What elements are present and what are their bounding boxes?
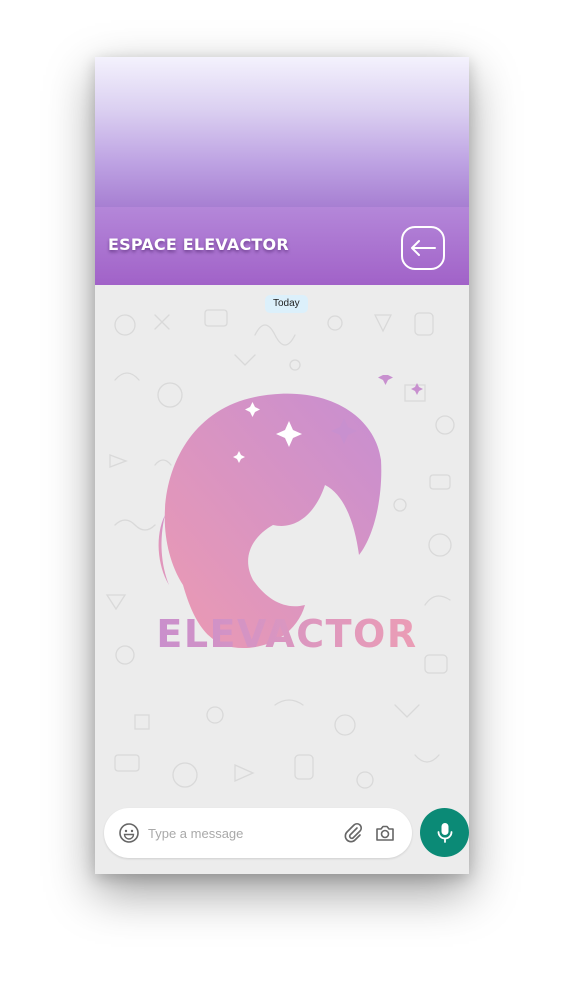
page-title: ESPACE ELEVACTOR xyxy=(108,235,289,254)
message-composer xyxy=(104,808,412,858)
app-screen: ESPACE ELEVACTOR Today ELEVACTOR Type a … xyxy=(95,57,469,874)
header-gradient-banner xyxy=(95,57,469,207)
message-input[interactable] xyxy=(148,820,328,846)
emoji-icon[interactable] xyxy=(118,822,140,844)
elevactor-logo: ELEVACTOR xyxy=(156,375,423,656)
microphone-icon xyxy=(437,822,452,843)
chat-area: Today ELEVACTOR Type a message xyxy=(95,285,469,874)
back-button[interactable] xyxy=(401,226,445,270)
date-separator: Today xyxy=(265,295,308,313)
logo-wordmark: ELEVACTOR xyxy=(156,612,417,656)
voice-record-button[interactable] xyxy=(420,808,469,857)
paperclip-icon[interactable] xyxy=(342,822,364,844)
camera-icon[interactable] xyxy=(374,822,396,844)
arrow-left-icon xyxy=(411,240,436,256)
